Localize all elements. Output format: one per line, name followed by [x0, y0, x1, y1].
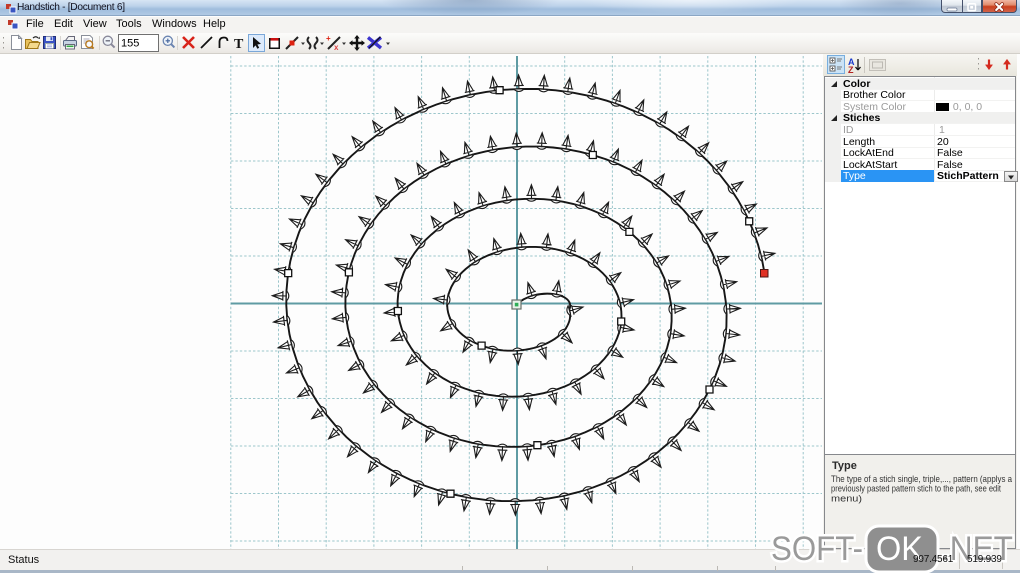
svg-text:SOFT-: SOFT-: [771, 530, 863, 568]
